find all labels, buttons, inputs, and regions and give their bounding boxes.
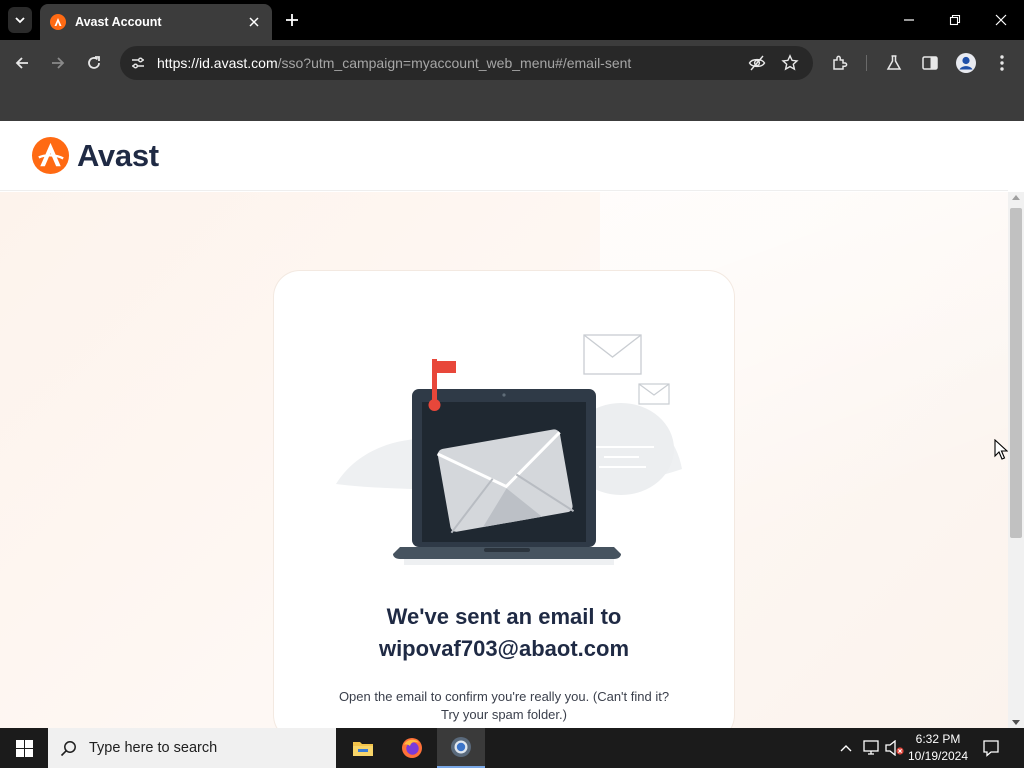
scroll-up-arrow[interactable] bbox=[1012, 195, 1020, 200]
extensions-button[interactable] bbox=[828, 51, 852, 75]
notification-icon bbox=[983, 740, 999, 757]
restore-button[interactable] bbox=[940, 6, 970, 34]
minimize-icon bbox=[904, 19, 914, 21]
forward-button[interactable] bbox=[45, 50, 71, 76]
back-button[interactable] bbox=[9, 50, 35, 76]
labs-button[interactable] bbox=[882, 51, 906, 75]
scroll-thumb[interactable] bbox=[1010, 208, 1022, 538]
file-explorer-icon bbox=[353, 742, 373, 756]
firefox-icon bbox=[402, 738, 422, 758]
new-tab-button[interactable] bbox=[281, 9, 303, 31]
eye-off-icon bbox=[748, 55, 766, 71]
notification-center-button[interactable] bbox=[980, 737, 1002, 759]
headline-email: wipovaf703@abaot.com bbox=[378, 636, 630, 661]
avast-logo-icon bbox=[31, 136, 70, 175]
side-panel-icon bbox=[922, 56, 938, 70]
profile-icon bbox=[956, 53, 976, 73]
logo-text: Avast bbox=[77, 137, 159, 173]
site-header: Avast bbox=[0, 121, 1008, 191]
show-hidden-icons-button[interactable] bbox=[836, 738, 856, 758]
minimize-button[interactable] bbox=[894, 6, 924, 34]
chrome-icon bbox=[451, 737, 471, 757]
tracking-protection-button[interactable] bbox=[747, 53, 767, 73]
star-icon bbox=[781, 54, 799, 71]
search-icon bbox=[60, 740, 76, 756]
labs-icon bbox=[886, 55, 902, 70]
profile-button[interactable] bbox=[954, 51, 978, 75]
headline: We've sent an email to wipovaf703@abaot.… bbox=[274, 601, 734, 665]
site-info-button[interactable] bbox=[128, 53, 148, 73]
back-icon bbox=[15, 57, 28, 69]
address-bar[interactable]: https://id.avast.com/sso?utm_campaign=my… bbox=[120, 46, 813, 80]
browser-menu-button[interactable] bbox=[990, 51, 1014, 75]
laptop-envelope-illustration bbox=[336, 334, 682, 565]
scroll-down-arrow[interactable] bbox=[1012, 720, 1020, 725]
reload-button[interactable] bbox=[81, 50, 107, 76]
forward-icon bbox=[52, 57, 65, 69]
url-path: /sso?utm_campaign=myaccount_web_menu#/em… bbox=[277, 55, 632, 71]
side-panel-button[interactable] bbox=[918, 51, 942, 75]
instruction-line-2: Try your spam folder.) bbox=[441, 707, 567, 722]
window-close-icon bbox=[995, 14, 1007, 26]
menu-dots-icon bbox=[1000, 55, 1004, 71]
page-scrollbar[interactable] bbox=[1008, 192, 1024, 728]
chrome-taskbar-button[interactable] bbox=[437, 728, 485, 768]
reload-icon bbox=[88, 56, 100, 69]
tab-strip: Avast Account bbox=[0, 0, 1024, 40]
tab-title: Avast Account bbox=[75, 15, 162, 29]
avast-favicon-icon bbox=[50, 14, 66, 30]
clock-date: 10/19/2024 bbox=[907, 749, 969, 763]
url-host: https://id.avast.com bbox=[157, 55, 278, 71]
start-button[interactable] bbox=[0, 728, 48, 768]
tab-avast-account[interactable]: Avast Account bbox=[40, 4, 272, 40]
instruction-line-1: Open the email to confirm you're really … bbox=[338, 689, 670, 704]
file-explorer-taskbar-button[interactable] bbox=[339, 728, 387, 768]
taskbar-search-box[interactable]: Type here to search bbox=[48, 728, 336, 768]
headline-line-1: We've sent an email to bbox=[386, 604, 622, 629]
toolbar-separator bbox=[866, 55, 867, 71]
email-sent-card: We've sent an email to wipovaf703@abaot.… bbox=[274, 271, 734, 728]
close-icon bbox=[249, 17, 259, 27]
network-icon bbox=[863, 740, 879, 755]
bookmarks-bar bbox=[0, 86, 1024, 121]
avast-logo[interactable]: Avast bbox=[31, 136, 159, 175]
chevron-up-icon bbox=[840, 745, 852, 752]
firefox-taskbar-button[interactable] bbox=[388, 728, 436, 768]
windows-icon bbox=[15, 739, 33, 757]
url-text: https://id.avast.com/sso?utm_campaign=my… bbox=[157, 55, 631, 71]
extensions-icon bbox=[833, 55, 848, 70]
search-placeholder: Type here to search bbox=[89, 740, 218, 756]
restore-icon bbox=[949, 14, 961, 26]
taskbar: Type here to search 6:32 PM 10/19/2024 bbox=[0, 728, 1024, 768]
mouse-cursor-icon bbox=[994, 439, 1008, 460]
tab-search-icon bbox=[15, 17, 25, 24]
site-info-icon bbox=[132, 57, 144, 69]
window-close-button[interactable] bbox=[986, 6, 1016, 34]
network-button[interactable] bbox=[861, 738, 881, 758]
plus-icon bbox=[286, 14, 298, 26]
tab-search-button[interactable] bbox=[8, 7, 32, 33]
instruction-text: Open the email to confirm you're really … bbox=[314, 688, 694, 724]
tab-close-button[interactable] bbox=[246, 14, 262, 30]
bookmark-star-button[interactable] bbox=[780, 53, 800, 73]
clock-time: 6:32 PM bbox=[915, 732, 961, 746]
system-clock[interactable]: 6:32 PM 10/19/2024 bbox=[900, 731, 976, 765]
browser-toolbar: https://id.avast.com/sso?utm_campaign=my… bbox=[0, 40, 1024, 86]
page-viewport: Avast We've sent an email to wipovaf703@… bbox=[0, 121, 1024, 728]
